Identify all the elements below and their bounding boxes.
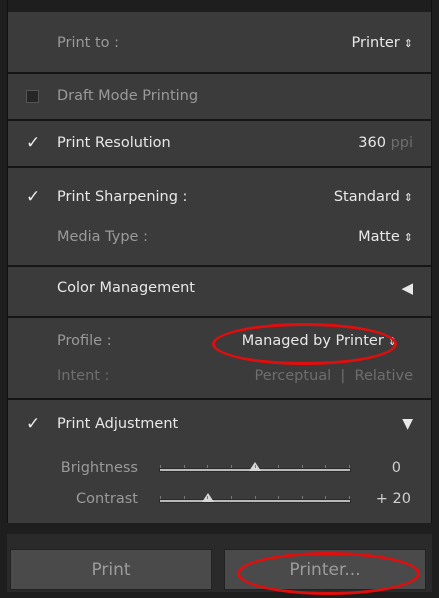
print-resolution-checkbox[interactable]: ✓: [26, 134, 40, 151]
divider: [8, 265, 431, 267]
print-resolution-value: 360: [358, 135, 386, 151]
print-adjustment-label: Print Adjustment: [57, 416, 179, 432]
profile-label: Profile :: [57, 333, 112, 349]
slider-tick: [184, 496, 185, 499]
brightness-row: Brightness 0: [8, 453, 431, 483]
print-button[interactable]: Print: [10, 549, 212, 590]
divider: [8, 72, 431, 74]
slider-tick: [160, 465, 161, 468]
draft-mode-checkbox[interactable]: [26, 89, 39, 103]
brightness-value: 0: [391, 460, 401, 476]
media-type-value: Matte: [358, 229, 400, 245]
contrast-slider[interactable]: [159, 493, 351, 503]
print-adjustment-checkbox[interactable]: ✓: [26, 415, 40, 432]
updown-icon: ⇕: [403, 231, 413, 244]
brightness-label: Brightness: [60, 460, 138, 476]
brightness-slider[interactable]: [159, 462, 351, 472]
panel-top-bar: [8, 0, 431, 12]
updown-icon: ⇕: [387, 335, 397, 348]
print-job-settings: Print to : Printer ⇕ Draft Mode Printing …: [7, 0, 432, 523]
draft-mode-row: Draft Mode Printing: [8, 81, 431, 111]
slider-tick: [231, 465, 232, 468]
contrast-slider-thumb[interactable]: [202, 493, 214, 502]
slider-tick: [255, 496, 256, 499]
updown-icon: ⇕: [403, 191, 413, 204]
slider-tick: [184, 465, 185, 468]
slider-tick: [349, 465, 350, 468]
slider-tick: [160, 496, 161, 499]
intent-divider: |: [340, 368, 346, 384]
intent-perceptual[interactable]: Perceptual: [255, 368, 332, 384]
divider: [8, 316, 431, 318]
print-resolution-unit: ppi: [390, 135, 413, 151]
intent-row: Intent : Perceptual | Relative: [8, 361, 431, 391]
media-type-select[interactable]: Matte ⇕: [358, 229, 413, 245]
color-management-label: Color Management: [57, 280, 195, 296]
print-resolution-row: ✓ Print Resolution 360 ppi: [8, 128, 431, 158]
print-resolution-label: Print Resolution: [57, 135, 171, 151]
slider-tick: [278, 496, 279, 499]
media-type-label: Media Type :: [57, 229, 148, 245]
divider: [8, 166, 431, 168]
print-to-value: Printer: [351, 35, 400, 51]
print-to-row: Print to : Printer ⇕: [8, 28, 431, 58]
profile-value: Managed by Printer: [241, 333, 384, 349]
print-sharpening-select[interactable]: Standard ⇕: [334, 189, 413, 205]
slider-tick: [325, 496, 326, 499]
intent-relative[interactable]: Relative: [355, 368, 413, 384]
slider-tick: [302, 496, 303, 499]
contrast-row: Contrast + 20: [8, 484, 431, 514]
print-sharpening-label: Print Sharpening :: [57, 189, 188, 205]
print-adjustment-header: ✓ Print Adjustment ▼: [8, 409, 431, 439]
intent-options: Perceptual | Relative: [255, 368, 414, 384]
print-to-select[interactable]: Printer ⇕: [352, 35, 413, 51]
profile-select[interactable]: Managed by Printer ⇕: [242, 333, 397, 349]
print-resolution-field[interactable]: 360 ppi: [358, 135, 413, 151]
print-sharpening-checkbox[interactable]: ✓: [26, 188, 40, 205]
draft-mode-label: Draft Mode Printing: [57, 88, 199, 104]
color-management-header[interactable]: Color Management ◀: [8, 273, 431, 303]
collapse-down-arrow-icon[interactable]: ▼: [402, 416, 413, 432]
intent-label: Intent :: [57, 368, 110, 384]
collapse-left-arrow-icon[interactable]: ◀: [401, 279, 413, 297]
profile-row: Profile : Managed by Printer ⇕: [8, 326, 431, 356]
divider: [8, 119, 431, 121]
print-sharpening-value: Standard: [333, 189, 400, 205]
media-type-row: Media Type : Matte ⇕: [8, 222, 431, 252]
slider-tick: [278, 465, 279, 468]
slider-tick: [207, 465, 208, 468]
slider-tick: [255, 465, 256, 468]
print-to-label: Print to :: [57, 35, 120, 51]
slider-tick: [231, 496, 232, 499]
print-job-panel: Print to : Printer ⇕ Draft Mode Printing …: [0, 0, 439, 598]
divider: [8, 398, 431, 400]
print-sharpening-row: ✓ Print Sharpening : Standard ⇕: [8, 182, 431, 212]
slider-tick: [349, 496, 350, 499]
slider-tick: [207, 496, 208, 499]
contrast-label: Contrast: [76, 491, 138, 507]
updown-icon: ⇕: [403, 37, 413, 50]
slider-tick: [302, 465, 303, 468]
slider-tick: [325, 465, 326, 468]
contrast-value: + 20: [375, 491, 411, 507]
printer-button[interactable]: Printer...: [224, 549, 426, 590]
